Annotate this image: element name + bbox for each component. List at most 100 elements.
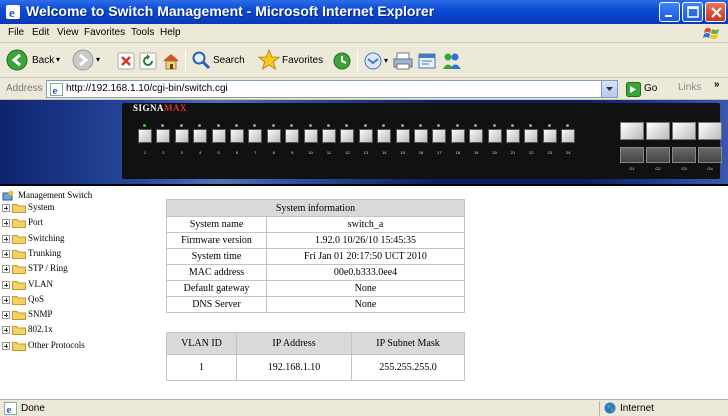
port-number: 16 — [418, 150, 424, 155]
folder-icon — [12, 265, 26, 275]
expand-icon[interactable] — [2, 265, 10, 274]
security-zone: Internet — [599, 401, 726, 416]
sfp-slot — [698, 147, 722, 163]
combo-port — [698, 122, 722, 140]
folder-icon — [12, 204, 26, 213]
expand-icon[interactable] — [2, 204, 10, 212]
back-arrow-icon — [6, 49, 28, 71]
tree-root[interactable]: Management Switch — [2, 190, 92, 201]
expand-icon[interactable] — [2, 295, 10, 304]
expand-icon[interactable] — [2, 280, 10, 289]
ethernet-port — [322, 129, 336, 143]
menu-edit[interactable]: Edit — [32, 27, 49, 38]
col-vlan-id: VLAN ID — [166, 332, 237, 355]
sfp-slot — [672, 147, 696, 163]
forward-arrow-icon — [72, 49, 94, 71]
port-led — [492, 124, 496, 127]
favorites-button[interactable]: Favorites — [258, 49, 328, 73]
ethernet-port — [414, 129, 428, 143]
ethernet-port — [193, 129, 208, 143]
minimize-button[interactable] — [659, 2, 680, 22]
port-number: 14 — [381, 150, 387, 155]
ethernet-port — [395, 129, 410, 143]
table-row: DNS Server None — [166, 296, 465, 313]
search-icon — [192, 51, 211, 70]
system-info-table: System information System name switch_a Fi… — [166, 199, 465, 313]
ethernet-port — [174, 129, 189, 143]
ethernet-port — [506, 129, 520, 143]
port-led — [363, 124, 367, 127]
col-ip-subnet-mask: IP Subnet Mask — [351, 332, 465, 355]
window-title-bar[interactable]: e Welcome to Switch Management - Microso… — [0, 0, 728, 24]
port-led — [511, 124, 514, 127]
mail-dropdown-icon[interactable]: ▾ — [384, 56, 388, 65]
forward-dropdown-icon[interactable]: ▾ — [96, 55, 100, 64]
ethernet-port — [377, 129, 392, 143]
row-value: switch_a — [266, 216, 465, 233]
menu-view[interactable]: View — [57, 27, 79, 38]
print-icon[interactable] — [393, 51, 413, 71]
expand-icon[interactable] — [2, 234, 10, 243]
ethernet-port — [561, 129, 576, 143]
go-button[interactable]: Go — [624, 81, 670, 98]
edit-page-icon[interactable] — [417, 51, 437, 71]
address-input[interactable]: e http://192.168.1.10/cgi-bin/switch.cgi — [46, 80, 618, 98]
ethernet-port — [524, 129, 539, 143]
port-led — [419, 124, 422, 127]
port-number: 13 — [363, 150, 369, 155]
port-number: 1 — [143, 150, 147, 155]
page-icon: e — [50, 83, 63, 96]
mail-icon[interactable] — [363, 51, 383, 71]
port-number: 19 — [473, 150, 479, 155]
folder-icon — [12, 249, 26, 259]
close-button[interactable] — [705, 2, 726, 22]
globe-icon — [604, 402, 616, 414]
ethernet-port — [487, 129, 502, 143]
status-bar: e Done Internet — [0, 399, 728, 416]
sidebar-item-label: STP / Ring — [28, 263, 68, 274]
sidebar-item-label: Port — [28, 217, 44, 228]
address-dropdown-button[interactable] — [601, 81, 617, 97]
maximize-button[interactable] — [682, 2, 703, 22]
refresh-icon[interactable] — [139, 52, 157, 70]
combo-port — [672, 122, 696, 140]
history-icon[interactable] — [332, 51, 352, 71]
links-chevron-icon[interactable]: » — [714, 79, 720, 90]
menu-help[interactable]: Help — [160, 27, 181, 38]
combo-port — [646, 122, 670, 140]
search-button[interactable]: Search — [191, 49, 253, 73]
ethernet-port — [285, 129, 300, 143]
links-toolbar[interactable]: Links — [678, 82, 701, 93]
sidebar-item-label: SNMP — [28, 309, 53, 320]
expand-icon[interactable] — [2, 326, 10, 335]
expand-icon[interactable] — [2, 219, 10, 228]
expand-icon[interactable] — [2, 249, 10, 258]
port-number: 22 — [529, 150, 534, 155]
row-value: None — [266, 280, 465, 297]
address-label: Address — [6, 83, 43, 94]
back-dropdown-icon[interactable]: ▾ — [56, 55, 60, 64]
expand-icon[interactable] — [2, 341, 10, 350]
svg-text:e: e — [53, 85, 58, 96]
expand-icon[interactable] — [2, 311, 10, 320]
row-value: 00e0.b333.0ee4 — [266, 264, 465, 281]
ethernet-port — [303, 129, 318, 143]
window-title: Welcome to Switch Management - Microsoft… — [26, 3, 435, 19]
sfp-slot — [620, 147, 644, 163]
messenger-icon[interactable] — [441, 51, 463, 71]
stop-icon[interactable] — [117, 52, 135, 70]
forward-button[interactable]: ▾ — [72, 49, 106, 73]
home-icon[interactable] — [161, 51, 181, 71]
port-number: 20 — [492, 150, 497, 155]
menu-tools[interactable]: Tools — [131, 27, 154, 38]
sidebar-item-label: Trunking — [28, 247, 62, 258]
folder-icon — [12, 280, 26, 290]
port-number: 23 — [547, 150, 553, 155]
menu-file[interactable]: File — [8, 27, 24, 38]
sidebar-item-label: Switching — [28, 232, 65, 243]
menu-favorites[interactable]: Favorites — [84, 27, 125, 38]
ethernet-port — [266, 129, 281, 143]
port-number: 24 — [565, 150, 571, 155]
windows-logo-icon — [703, 28, 719, 39]
back-button[interactable]: Back ▾ — [6, 49, 66, 73]
